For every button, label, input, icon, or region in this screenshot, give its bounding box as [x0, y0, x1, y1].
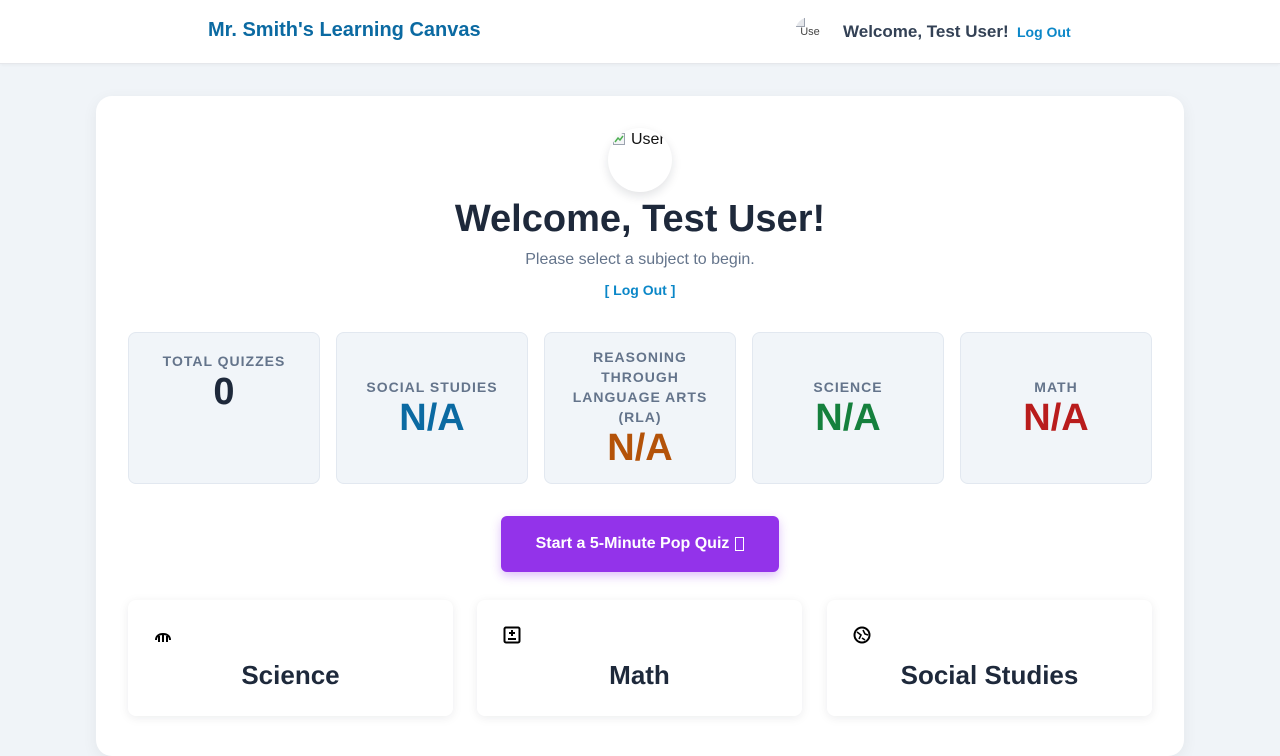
pop-quiz-label: Start a 5-Minute Pop Quiz [535, 535, 730, 552]
stat-total-quizzes: Total Quizzes 0 [128, 332, 320, 484]
globe-icon [853, 626, 871, 644]
stat-value: N/A [1023, 397, 1089, 439]
stat-math: Math N/A [960, 332, 1152, 484]
subject-name: Social Studies [900, 660, 1079, 690]
profile-avatar-alt: User [631, 131, 665, 148]
calculator-icon [503, 626, 521, 644]
stat-value: N/A [607, 427, 673, 469]
top-navbar: Mr. Smith's Learning Canvas Use Welcome,… [0, 0, 1280, 64]
subject-name: Math [609, 660, 670, 690]
profile-avatar: User [608, 128, 672, 192]
stat-science: Science N/A [752, 332, 944, 484]
stat-social-studies: Social Studies N/A [336, 332, 528, 484]
subject-name: Science [241, 660, 340, 690]
page-subtitle: Please select a subject to begin. [525, 251, 755, 268]
stat-label: Math [1034, 379, 1078, 395]
card-logout-link[interactable]: [ Log Out ] [605, 282, 676, 298]
header-avatar-alt: Use [800, 26, 820, 38]
subject-card-science[interactable]: Science [128, 600, 453, 716]
page-title: Welcome, Test User! [454, 198, 826, 240]
subject-card-math[interactable]: Math [477, 600, 802, 716]
broken-image-icon [795, 17, 805, 27]
brand-title-link[interactable]: Mr. Smith's Learning Canvas [208, 19, 481, 42]
stat-label: Reasoning Through Language Arts (RLA) [572, 349, 708, 425]
broken-image-icon [613, 133, 625, 145]
microscope-icon [155, 632, 171, 642]
header-avatar: Use [795, 17, 825, 47]
missing-glyph-icon [735, 537, 745, 551]
stat-label: Total Quizzes [162, 353, 286, 369]
header-logout-link[interactable]: Log Out [1017, 24, 1071, 40]
stat-label: Science [813, 379, 883, 395]
subject-card-social-studies[interactable]: Social Studies [827, 600, 1152, 716]
stat-rla: Reasoning Through Language Arts (RLA) N/… [544, 332, 736, 484]
dashboard-card: User Welcome, Test User! Please select a… [96, 96, 1184, 756]
stat-value: N/A [815, 397, 881, 439]
logout-link-row: [ Log Out ] [96, 282, 1184, 298]
stat-value: N/A [399, 397, 465, 439]
stat-label: Social Studies [366, 379, 498, 395]
header-welcome-text: Welcome, Test User! [843, 22, 1009, 41]
stat-value: 0 [213, 371, 235, 413]
pop-quiz-button[interactable]: Start a 5-Minute Pop Quiz [501, 516, 779, 572]
